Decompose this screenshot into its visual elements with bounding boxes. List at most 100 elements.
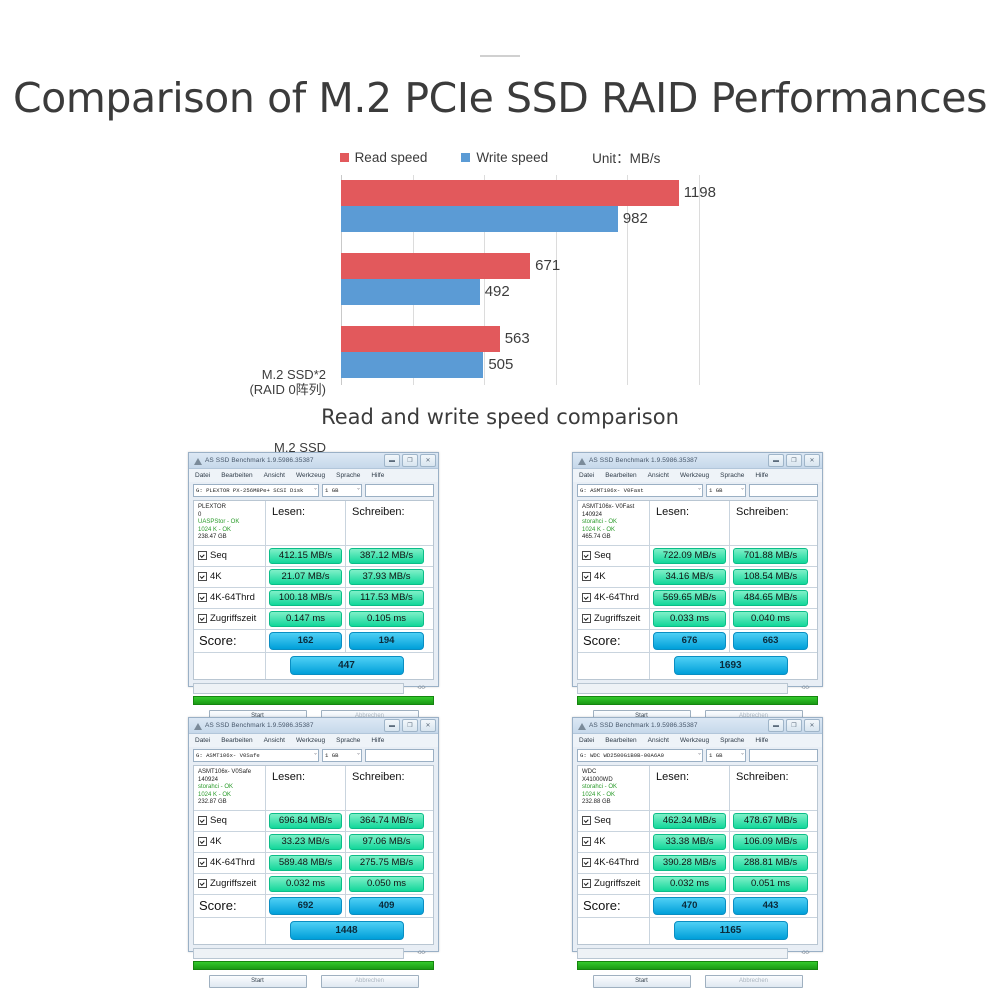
- drive-name: ASMT106x- V0Fast: [582, 504, 635, 510]
- results-grid: ASMT106x- V0Safe 140924 storahci - OK 10…: [193, 765, 434, 945]
- size-select[interactable]: 1 GB ⌄: [322, 749, 362, 762]
- score-read: 676: [653, 631, 726, 650]
- menu-item-werkzeug[interactable]: Werkzeug: [296, 737, 325, 744]
- window-titlebar[interactable]: AS SSD Benchmark 1.9.5986.35387 ▬ ❐ ✕: [573, 718, 822, 734]
- start-button[interactable]: Start: [592, 974, 691, 988]
- menu-item-hilfe[interactable]: Hilfe: [371, 737, 384, 744]
- size-select[interactable]: 1 GB ⌄: [322, 484, 362, 497]
- checkbox-icon[interactable]: [198, 879, 207, 888]
- checkbox-icon[interactable]: [582, 858, 591, 867]
- menu-item-bearbeiten[interactable]: Bearbeiten: [605, 472, 636, 479]
- menu-item-bearbeiten[interactable]: Bearbeiten: [221, 472, 252, 479]
- window-title: AS SSD Benchmark 1.9.5986.35387: [589, 457, 698, 464]
- minimize-icon[interactable]: ▬: [768, 454, 784, 467]
- checkbox-icon[interactable]: [198, 837, 207, 846]
- benchmark-row: 4K-64Thrd 589.48 MB/s 275.75 MB/s: [194, 852, 433, 874]
- score-label: Score:: [583, 633, 621, 648]
- column-header-read: Lesen:: [266, 766, 346, 810]
- drive-select[interactable]: G: PLEXTOR PX-256M8Pe+ SCSI Disk ⌄: [193, 484, 319, 497]
- drive-select[interactable]: G: ASMT106x- V0Safe ⌄: [193, 749, 319, 762]
- row-label-seq: Seq: [194, 810, 266, 831]
- menu-item-werkzeug[interactable]: Werkzeug: [680, 472, 709, 479]
- menu-item-werkzeug[interactable]: Werkzeug: [680, 737, 709, 744]
- drive-firmware: 140924: [198, 776, 219, 783]
- menu-item-ansicht[interactable]: Ansicht: [648, 472, 669, 479]
- chart-bar-value: 1198: [683, 184, 716, 201]
- menu-item-datei[interactable]: Datei: [579, 737, 594, 744]
- menu-item-hilfe[interactable]: Hilfe: [371, 472, 384, 479]
- menu-item-werkzeug[interactable]: Werkzeug: [296, 472, 325, 479]
- menu-item-hilfe[interactable]: Hilfe: [755, 472, 768, 479]
- chart-bar-value: 563: [504, 330, 530, 347]
- status-textbox[interactable]: [749, 484, 818, 497]
- read-value: 462.34 MB/s: [653, 812, 726, 829]
- close-icon[interactable]: ✕: [420, 454, 436, 467]
- cancel-button[interactable]: Abbrechen: [704, 974, 803, 988]
- checkbox-icon[interactable]: [198, 593, 207, 602]
- drive-name: ASMT106x- V0Safe: [198, 769, 252, 775]
- drive-firmware: 0: [198, 511, 202, 518]
- close-icon[interactable]: ✕: [804, 454, 820, 467]
- score-read: 470: [653, 896, 726, 915]
- maximize-icon[interactable]: ❐: [786, 454, 802, 467]
- window-titlebar[interactable]: AS SSD Benchmark 1.9.5986.35387 ▬ ❐ ✕: [573, 453, 822, 469]
- minimize-icon[interactable]: ▬: [384, 454, 400, 467]
- window-title: AS SSD Benchmark 1.9.5986.35387: [589, 722, 698, 729]
- row-label-seq: Seq: [578, 810, 650, 831]
- checkbox-icon[interactable]: [582, 614, 591, 623]
- read-value: 722.09 MB/s: [653, 547, 726, 564]
- menu-item-sprache[interactable]: Sprache: [336, 737, 360, 744]
- status-textbox[interactable]: [365, 749, 434, 762]
- progress-area: -o-o-: [577, 682, 818, 694]
- menu-item-bearbeiten[interactable]: Bearbeiten: [605, 737, 636, 744]
- drive-select[interactable]: G: ASMT106x- V0Fast ⌄: [577, 484, 703, 497]
- checkbox-icon[interactable]: [582, 551, 591, 560]
- checkbox-icon[interactable]: [198, 572, 207, 581]
- menu-item-datei[interactable]: Datei: [195, 472, 210, 479]
- size-select[interactable]: 1 GB ⌄: [706, 484, 746, 497]
- close-icon[interactable]: ✕: [420, 719, 436, 732]
- window-titlebar[interactable]: AS SSD Benchmark 1.9.5986.35387 ▬ ❐ ✕: [189, 453, 438, 469]
- minimize-icon[interactable]: ▬: [768, 719, 784, 732]
- drive-select[interactable]: G: WDC WD2500G1B0B-00A6A0 ⌄: [577, 749, 703, 762]
- checkbox-icon[interactable]: [582, 816, 591, 825]
- cancel-button[interactable]: Abbrechen: [320, 974, 419, 988]
- checkbox-icon[interactable]: [582, 572, 591, 581]
- legend-unit-label: Unit：MB/s: [592, 151, 661, 166]
- write-value: 106.09 MB/s: [733, 833, 808, 850]
- status-textbox[interactable]: [749, 749, 818, 762]
- drive-info: ASMT106x- V0Safe 140924 storahci - OK 10…: [194, 766, 266, 810]
- menu-item-sprache[interactable]: Sprache: [336, 472, 360, 479]
- menu-item-hilfe[interactable]: Hilfe: [755, 737, 768, 744]
- checkbox-icon[interactable]: [198, 858, 207, 867]
- menu-item-sprache[interactable]: Sprache: [720, 472, 744, 479]
- checkbox-icon[interactable]: [198, 816, 207, 825]
- start-button[interactable]: Start: [208, 974, 307, 988]
- read-value: 33.23 MB/s: [269, 833, 342, 850]
- chevron-down-icon: ⌄: [356, 485, 360, 491]
- minimize-icon[interactable]: ▬: [384, 719, 400, 732]
- checkbox-icon[interactable]: [198, 551, 207, 560]
- checkbox-icon[interactable]: [582, 837, 591, 846]
- progress-text-field: [577, 682, 788, 694]
- menu-item-ansicht[interactable]: Ansicht: [264, 472, 285, 479]
- menu-item-sprache[interactable]: Sprache: [720, 737, 744, 744]
- checkbox-icon[interactable]: [198, 614, 207, 623]
- size-select[interactable]: 1 GB ⌄: [706, 749, 746, 762]
- maximize-icon[interactable]: ❐: [786, 719, 802, 732]
- menu-item-bearbeiten[interactable]: Bearbeiten: [221, 737, 252, 744]
- menu-bar: Datei Bearbeiten Ansicht Werkzeug Sprache Hil…: [189, 469, 438, 482]
- progress-area: -o-o-: [193, 682, 434, 694]
- menu-item-datei[interactable]: Datei: [579, 472, 594, 479]
- close-icon[interactable]: ✕: [804, 719, 820, 732]
- row-label-zugriffszeit: Zugriffszeit: [578, 873, 650, 894]
- maximize-icon[interactable]: ❐: [402, 719, 418, 732]
- menu-item-datei[interactable]: Datei: [195, 737, 210, 744]
- checkbox-icon[interactable]: [582, 879, 591, 888]
- checkbox-icon[interactable]: [582, 593, 591, 602]
- menu-item-ansicht[interactable]: Ansicht: [264, 737, 285, 744]
- status-textbox[interactable]: [365, 484, 434, 497]
- window-titlebar[interactable]: AS SSD Benchmark 1.9.5986.35387 ▬ ❐ ✕: [189, 718, 438, 734]
- menu-item-ansicht[interactable]: Ansicht: [648, 737, 669, 744]
- maximize-icon[interactable]: ❐: [402, 454, 418, 467]
